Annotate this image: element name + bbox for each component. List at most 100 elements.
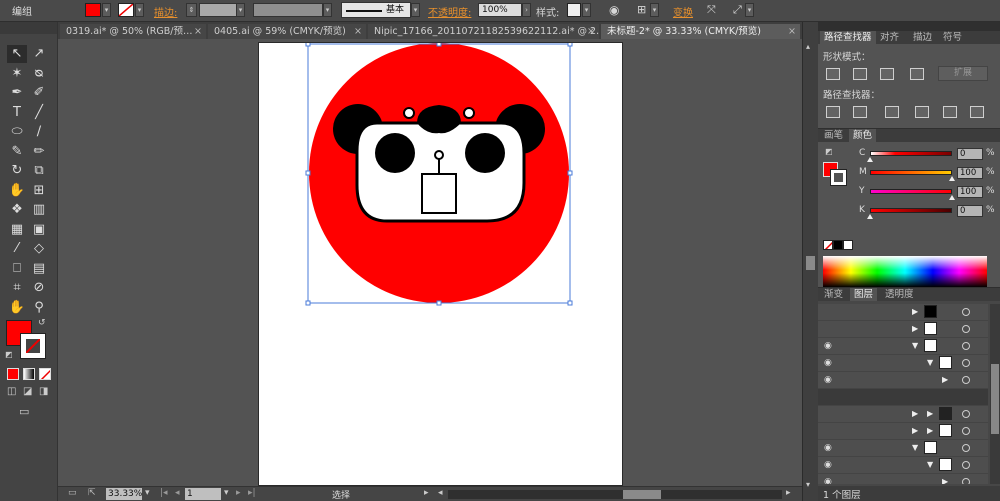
graphic-style-swatch[interactable] — [567, 3, 581, 17]
slider-thumb[interactable] — [949, 176, 955, 181]
tool-button[interactable]: ✋ — [7, 182, 27, 200]
tool-button[interactable]: ⊞ — [29, 182, 49, 200]
align-icon[interactable]: ⊞ — [637, 3, 646, 16]
layers-scroll-thumb[interactable] — [991, 364, 999, 434]
panda-artwork[interactable] — [259, 43, 624, 486]
tool-button[interactable]: ✏ — [29, 143, 49, 161]
tool-button[interactable]: ⧉ — [29, 162, 49, 180]
share-icon[interactable]: ⇱ — [88, 488, 96, 498]
layer-row[interactable]: ◉ ▶ — [818, 372, 988, 389]
expand-triangle-icon[interactable]: ▶ — [927, 409, 933, 418]
layer-row[interactable]: ◉ ▼ — [818, 457, 988, 474]
brush-definition[interactable]: 基本 — [341, 2, 411, 18]
draw-mode-icon[interactable]: ◫ — [7, 386, 16, 397]
vertical-scrollbar[interactable]: ▴ ▾ — [802, 22, 818, 501]
layer-row[interactable]: ▶ ▶ — [818, 406, 988, 423]
tool-button[interactable]: ⌗ — [7, 279, 27, 297]
stroke-weight-stepper[interactable]: ⇕ — [186, 3, 197, 17]
layer-row[interactable]: ◉ ▶ — [818, 474, 988, 484]
tool-button[interactable]: T — [7, 104, 27, 122]
eye-icon[interactable]: ◉ — [824, 477, 832, 484]
brush-dropdown[interactable]: ▾ — [411, 3, 420, 17]
slider-thumb[interactable] — [867, 214, 873, 219]
tool-button[interactable]: ✐ — [29, 84, 49, 102]
status-menu-icon[interactable]: ▸ — [424, 488, 429, 498]
align-dropdown[interactable]: ▾ — [650, 3, 659, 17]
tool-button[interactable]: ⁄ — [7, 240, 27, 258]
first-artboard-icon[interactable]: |◂ — [160, 488, 168, 498]
target-icon[interactable] — [962, 359, 970, 367]
layer-row[interactable] — [818, 389, 988, 406]
tool-button[interactable]: ❖ — [7, 201, 27, 219]
tab-align[interactable]: 对齐 — [876, 31, 903, 44]
expand-triangle-icon[interactable]: ▶ — [942, 375, 948, 384]
divide-button[interactable] — [826, 106, 840, 118]
tool-button[interactable]: ↻ — [7, 162, 27, 180]
unite-button[interactable] — [826, 68, 840, 80]
draw-inside-icon[interactable]: ◨ — [39, 386, 48, 397]
tool-button[interactable]: ▣ — [29, 221, 49, 239]
gradient-mode-button[interactable] — [23, 368, 35, 380]
horizontal-scroll-thumb[interactable] — [623, 490, 661, 499]
channel-slider[interactable] — [870, 208, 952, 213]
color-spectrum[interactable] — [823, 256, 987, 287]
stroke-weight-dropdown[interactable]: ▾ — [236, 3, 245, 17]
eye-icon[interactable]: ◉ — [824, 443, 832, 453]
swap-colors-icon[interactable]: ◩ — [825, 147, 833, 156]
outline-button[interactable] — [943, 106, 957, 118]
tool-button[interactable]: ✎ — [7, 143, 27, 161]
artboard[interactable] — [258, 42, 623, 486]
channel-value-field[interactable]: 100 — [957, 167, 983, 179]
channel-value-field[interactable]: 100 — [957, 186, 983, 198]
variable-width-dropdown[interactable]: ▾ — [323, 3, 332, 17]
opacity-dropdown[interactable]: › — [522, 3, 531, 17]
tab-transparency[interactable]: 透明度 — [881, 288, 918, 301]
color-stroke-box[interactable] — [830, 169, 847, 186]
tool-button[interactable]: ✋ — [7, 299, 27, 317]
prev-artboard-icon[interactable]: ◂ — [175, 488, 180, 498]
target-icon[interactable] — [962, 308, 970, 316]
tool-button[interactable]: ⎕ — [7, 260, 27, 278]
color-mode-button[interactable] — [7, 368, 19, 380]
layers-scrollbar[interactable] — [990, 304, 1000, 484]
layer-row[interactable]: ◉ ▼ — [818, 440, 988, 457]
tab-layers[interactable]: 图层 — [850, 288, 878, 301]
channel-slider[interactable] — [870, 189, 952, 194]
hscroll-left-icon[interactable]: ◂ — [438, 488, 443, 498]
minus-front-button[interactable] — [853, 68, 867, 80]
trim-button[interactable] — [853, 106, 867, 118]
tab-gradient[interactable]: 渐变 — [820, 288, 847, 301]
stroke-dropdown[interactable]: ▾ — [135, 3, 144, 17]
target-icon[interactable] — [962, 342, 970, 350]
tool-button[interactable]: ↗ — [29, 45, 49, 63]
close-icon[interactable]: × — [788, 24, 796, 39]
tool-button[interactable]: ▥ — [29, 201, 49, 219]
tab-untitled-2[interactable]: 未标题-2* @ 33.33% (CMYK/预览) × — [601, 24, 800, 39]
fill-swatch[interactable] — [85, 3, 101, 17]
target-icon[interactable] — [962, 325, 970, 333]
tab-brushes[interactable]: 画笔 — [820, 129, 847, 142]
graphic-style-dropdown[interactable]: ▾ — [582, 3, 591, 17]
eye-icon[interactable]: ◉ — [824, 375, 832, 385]
reflect-dropdown[interactable]: ▾ — [745, 3, 754, 17]
tool-button[interactable]: ⬭ — [7, 123, 27, 141]
zoom-field[interactable]: 33.33% — [106, 488, 142, 500]
layer-row[interactable]: ◉ ▼ — [818, 355, 988, 372]
vscroll-up-icon[interactable]: ▴ — [806, 42, 810, 51]
tool-button[interactable]: ◇ — [29, 240, 49, 258]
artboard-nav-icon[interactable]: ▭ — [68, 488, 77, 498]
tool-button[interactable]: ╱ — [29, 104, 49, 122]
slider-thumb[interactable] — [949, 195, 955, 200]
tool-button[interactable]: ⚲ — [29, 299, 49, 317]
default-colors-icon[interactable]: ◩ — [5, 350, 13, 359]
artboard-dropdown[interactable]: ▾ — [224, 488, 229, 498]
draw-behind-icon[interactable]: ◪ — [23, 386, 32, 397]
layer-row[interactable]: ◉ ▼ — [818, 338, 988, 355]
close-icon[interactable]: × — [587, 24, 595, 39]
tool-button[interactable]: ▤ — [29, 260, 49, 278]
eye-icon[interactable]: ◉ — [824, 341, 832, 351]
fill-dropdown[interactable]: ▾ — [102, 3, 111, 17]
collapse-triangle-icon[interactable]: ▼ — [927, 460, 933, 469]
exclude-button[interactable] — [910, 68, 924, 80]
last-artboard-icon[interactable]: ▸| — [248, 488, 256, 498]
